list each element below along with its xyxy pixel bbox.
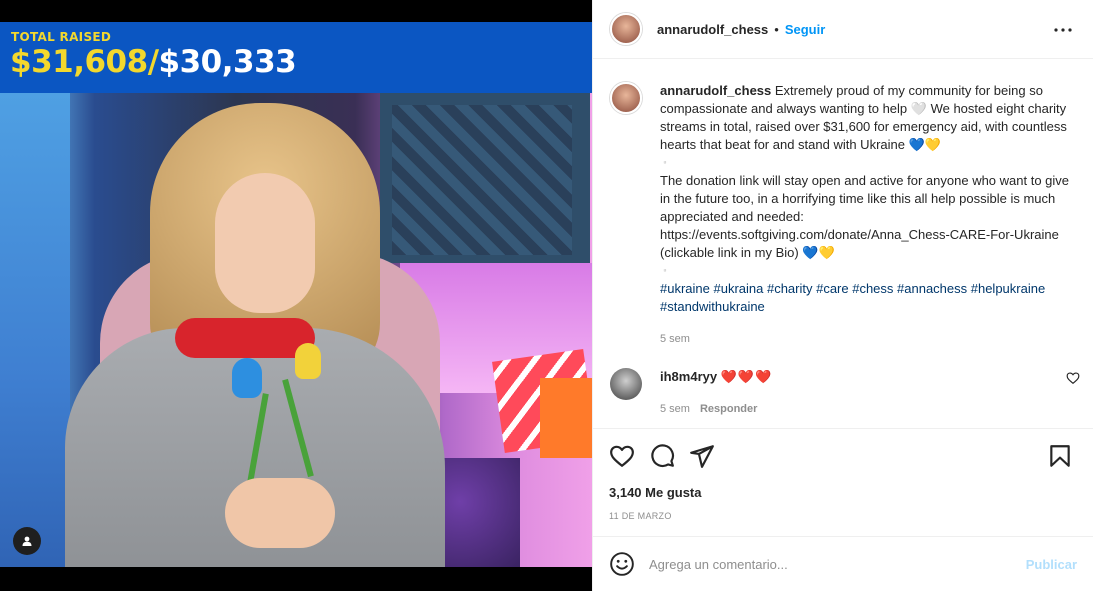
heart-icon[interactable] bbox=[609, 443, 635, 469]
caption-author-avatar[interactable] bbox=[610, 82, 642, 114]
person-scarf bbox=[175, 318, 315, 358]
amount-goal: $30,333 bbox=[158, 44, 297, 80]
author-avatar[interactable] bbox=[610, 13, 642, 45]
caption-hashtags[interactable]: #ukraine #ukraina #charity #care #chess … bbox=[660, 280, 1078, 316]
post-media[interactable]: TOTAL RAISED $31,608/$30,333 bbox=[0, 0, 592, 591]
more-options-button[interactable] bbox=[1051, 18, 1075, 42]
scene-wall-left bbox=[0, 93, 70, 567]
instagram-post-modal: TOTAL RAISED $31,608/$30,333 annarudolf_… bbox=[0, 0, 1093, 591]
comment-timestamp[interactable]: 5 sem bbox=[660, 403, 690, 415]
caption-spacer-1: ▫️ bbox=[660, 158, 670, 167]
post-actions: 3,140 Me gusta 11 DE MARZO bbox=[593, 428, 1093, 536]
post-comment-button[interactable]: Publicar bbox=[1026, 557, 1077, 572]
comment-line: ih8m4ryy ❤️❤️❤️ bbox=[660, 368, 772, 386]
author-username[interactable]: annarudolf_chess bbox=[657, 22, 768, 37]
post-caption: annarudolf_chess Extremely proud of my c… bbox=[610, 82, 1080, 348]
post-date[interactable]: 11 DE MARZO bbox=[609, 511, 672, 521]
banner-amounts: $31,608/$30,333 bbox=[10, 44, 297, 80]
emoji-icon[interactable] bbox=[609, 551, 635, 577]
caption-donation-link: https://events.softgiving.com/donate/Ann… bbox=[660, 227, 1059, 260]
likes-count[interactable]: 3,140 Me gusta bbox=[609, 485, 702, 500]
caption-paragraph-1: annarudolf_chess Extremely proud of my c… bbox=[660, 82, 1078, 154]
banner-label: TOTAL RAISED bbox=[11, 30, 112, 44]
more-options-icon bbox=[1054, 28, 1072, 32]
comments-section[interactable]: annarudolf_chess Extremely proud of my c… bbox=[593, 60, 1093, 428]
caption-timestamp[interactable]: 5 sem bbox=[660, 330, 1078, 348]
media-letterbox-bottom bbox=[0, 567, 592, 591]
caption-body: annarudolf_chess Extremely proud of my c… bbox=[660, 82, 1078, 348]
tulip-blue bbox=[232, 358, 262, 398]
comment-icon[interactable] bbox=[649, 443, 675, 469]
bookmark-icon[interactable] bbox=[1047, 443, 1073, 469]
photo-scene bbox=[0, 93, 592, 567]
caption-spacer-2: ▫️ bbox=[660, 266, 670, 275]
comment-meta: 5 sem Responder bbox=[660, 400, 772, 418]
donation-banner: TOTAL RAISED $31,608/$30,333 bbox=[0, 22, 592, 93]
post-header: annarudolf_chess • Seguir bbox=[593, 0, 1093, 59]
comment-input[interactable] bbox=[649, 556, 1009, 572]
action-icons-row bbox=[609, 443, 1079, 469]
media-letterbox-top bbox=[0, 0, 592, 22]
comment-text: ❤️❤️❤️ bbox=[720, 369, 773, 384]
caption-username[interactable]: annarudolf_chess bbox=[660, 83, 771, 98]
share-icon[interactable] bbox=[689, 443, 715, 469]
header-separator: • bbox=[774, 21, 779, 37]
comment-body: ih8m4ryy ❤️❤️❤️ 5 sem Responder bbox=[660, 368, 772, 418]
add-comment-bar: Publicar bbox=[593, 536, 1093, 591]
person-hands bbox=[225, 478, 335, 548]
reply-button[interactable]: Responder bbox=[700, 403, 757, 415]
caption-text-2: The donation link will stay open and act… bbox=[660, 173, 1070, 224]
scene-foam bbox=[392, 105, 572, 255]
commenter-username[interactable]: ih8m4ryy bbox=[660, 369, 717, 384]
scene-pillow-orange bbox=[540, 378, 592, 458]
post-details-panel: annarudolf_chess • Seguir annarudolf_che… bbox=[592, 0, 1093, 591]
commenter-avatar[interactable] bbox=[610, 368, 642, 400]
user-tag-button[interactable] bbox=[13, 527, 41, 555]
comment-item: ih8m4ryy ❤️❤️❤️ 5 sem Responder bbox=[610, 368, 1080, 418]
tulip-yellow bbox=[295, 343, 321, 379]
amount-raised: $31,608/ bbox=[10, 44, 159, 80]
person-face bbox=[215, 173, 315, 313]
user-tag-icon bbox=[22, 536, 32, 546]
comment-like-icon[interactable] bbox=[1066, 371, 1080, 385]
follow-button[interactable]: Seguir bbox=[785, 22, 825, 37]
